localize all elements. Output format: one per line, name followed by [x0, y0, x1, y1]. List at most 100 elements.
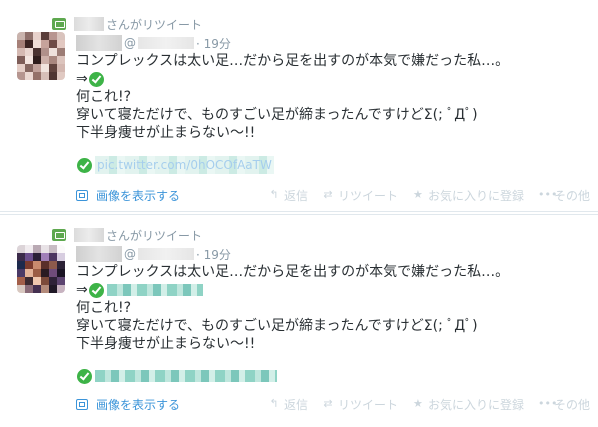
avatar-pixel [17, 285, 25, 293]
avatar-pixel [41, 64, 49, 72]
timeline: さんがリツイート @ · 19分 コンプレックスは太い足…だから足を出すのが本気… [0, 0, 598, 427]
more-button[interactable]: ••• その他 [538, 187, 590, 204]
tweet-line: 何これ!? [76, 89, 132, 105]
avatar-pixel [41, 40, 49, 48]
avatar-pixel [25, 48, 33, 56]
avatar-pixel [49, 72, 57, 80]
check-mark-icon [77, 368, 92, 384]
more-label: その他 [553, 188, 590, 203]
tweet-header: @ · 19分 [76, 34, 231, 52]
avatar-pixel [33, 245, 41, 253]
avatar-pixel [49, 32, 57, 40]
retweeter-name-blurred[interactable] [74, 228, 104, 242]
avatar-pixel [17, 253, 25, 261]
tweet-line: 穿いて寝ただけで、ものすごい足が締まったんですけどΣ(; ﾟДﾟ) [76, 318, 478, 334]
handle-blurred[interactable] [138, 248, 194, 260]
reply-icon: ↰ [269, 397, 279, 410]
expand-media-button[interactable]: 画像を表示する [76, 396, 180, 413]
retweet-context: さんがリツイート [52, 16, 202, 32]
avatar-pixel [49, 40, 57, 48]
star-icon: ★ [413, 188, 423, 201]
reply-label: 返信 [283, 397, 308, 412]
avatar-pixel [33, 56, 41, 64]
tweet-item[interactable]: さんがリツイート @ · 19分 コンプレックスは太い足…だから足を出すのが本気… [0, 214, 598, 427]
avatar-pixel [17, 72, 25, 80]
avatar-pixel [41, 48, 49, 56]
avatar-pixel [17, 64, 25, 72]
avatar-pixel [41, 261, 49, 269]
avatar-pixel [33, 40, 41, 48]
avatar-pixel [33, 285, 41, 293]
avatar-pixel [41, 253, 49, 261]
avatar-pixel [57, 40, 65, 48]
avatar-pixel [17, 261, 25, 269]
favorite-label: お気に入りに登録 [427, 397, 524, 412]
retweet-button[interactable]: ⇄ リツイート [322, 396, 398, 413]
avatar[interactable] [17, 245, 65, 293]
avatar-pixel [17, 277, 25, 285]
retweet-icon [52, 18, 66, 30]
avatar-pixel [17, 269, 25, 277]
avatar-pixel [17, 245, 25, 253]
avatar-pixel [57, 253, 65, 261]
handle-blurred[interactable] [138, 37, 194, 49]
avatar-pixel [25, 64, 33, 72]
tweet-actions: 画像を表示する ↰ 返信 ⇄ リツイート ★ お気に入りに登録 ••• その他 [76, 395, 590, 413]
favorite-label: お気に入りに登録 [427, 188, 524, 203]
tweet-actions: 画像を表示する ↰ 返信 ⇄ リツイート ★ お気に入りに登録 ••• その他 [76, 186, 590, 204]
avatar-pixel [41, 277, 49, 285]
avatar-pixel [41, 72, 49, 80]
expand-media-button[interactable]: 画像を表示する [76, 187, 180, 204]
tweet-time[interactable]: · 19分 [196, 246, 231, 263]
action-buttons: ↰ 返信 ⇄ リツイート ★ お気に入りに登録 ••• その他 [254, 187, 590, 204]
retweet-context-text: さんがリツイート [106, 17, 203, 32]
avatar-pixel [17, 56, 25, 64]
retweeter-name-blurred[interactable] [74, 17, 104, 31]
avatar-pixel [49, 269, 57, 277]
tweet-text: コンプレックスは太い足…だから足を出すのが本気で嫌だった私…。 ⇒ 何これ!? … [76, 52, 509, 174]
favorite-button[interactable]: ★ お気に入りに登録 [412, 187, 524, 204]
tweet-line: ⇒ [76, 281, 509, 299]
avatar-pixel [25, 269, 33, 277]
tweet-line: コンプレックスは太い足…だから足を出すのが本気で嫌だった私…。 [76, 264, 510, 280]
more-button[interactable]: ••• その他 [538, 396, 590, 413]
pic-link[interactable]: pic.twitter.com/0hOCOfAaTW [95, 156, 274, 174]
avatar-pixel [17, 48, 25, 56]
tweet-time[interactable]: · 19分 [196, 35, 231, 52]
avatar[interactable] [17, 32, 65, 80]
tweet-text: コンプレックスは太い足…だから足を出すのが本気で嫌だった私…。 ⇒ 何これ!? … [76, 263, 509, 385]
retweet-icon: ⇄ [323, 188, 333, 201]
avatar-pixel [49, 277, 57, 285]
avatar-pixel [49, 245, 57, 253]
retweet-context-text: さんがリツイート [106, 228, 203, 243]
tweet-line: 穿いて寝ただけで、ものすごい足が締まったんですけどΣ(; ﾟДﾟ) [76, 107, 478, 123]
user-name-blurred[interactable] [76, 35, 122, 51]
tweet-item[interactable]: さんがリツイート @ · 19分 コンプレックスは太い足…だから足を出すのが本気… [0, 0, 598, 212]
reply-button[interactable]: ↰ 返信 [268, 187, 308, 204]
avatar-pixel [57, 56, 65, 64]
reply-button[interactable]: ↰ 返信 [268, 396, 308, 413]
tweet-header: @ · 19分 [76, 245, 231, 263]
user-name-blurred[interactable] [76, 246, 122, 262]
avatar-pixel [57, 277, 65, 285]
arrow-text: ⇒ [76, 282, 88, 298]
avatar-pixel [41, 269, 49, 277]
check-mark-icon [77, 157, 92, 173]
favorite-button[interactable]: ★ お気に入りに登録 [412, 396, 524, 413]
avatar-pixel [17, 40, 25, 48]
avatar-pixel [57, 285, 65, 293]
reply-icon: ↰ [269, 188, 279, 201]
tweet-line: コンプレックスは太い足…だから足を出すのが本気で嫌だった私…。 [76, 53, 510, 69]
avatar-pixel [41, 285, 49, 293]
link-blurred[interactable] [106, 284, 203, 296]
avatar-pixel [57, 245, 65, 253]
avatar-pixel [33, 269, 41, 277]
tweet-link-line [76, 367, 509, 385]
pic-link-blurred[interactable] [95, 370, 277, 382]
avatar-pixel [33, 253, 41, 261]
tweet-link-line: pic.twitter.com/0hOCOfAaTW [76, 156, 509, 174]
retweet-button[interactable]: ⇄ リツイート [322, 187, 398, 204]
avatar-pixel [25, 277, 33, 285]
more-label: その他 [553, 397, 590, 412]
avatar-pixel [41, 56, 49, 64]
